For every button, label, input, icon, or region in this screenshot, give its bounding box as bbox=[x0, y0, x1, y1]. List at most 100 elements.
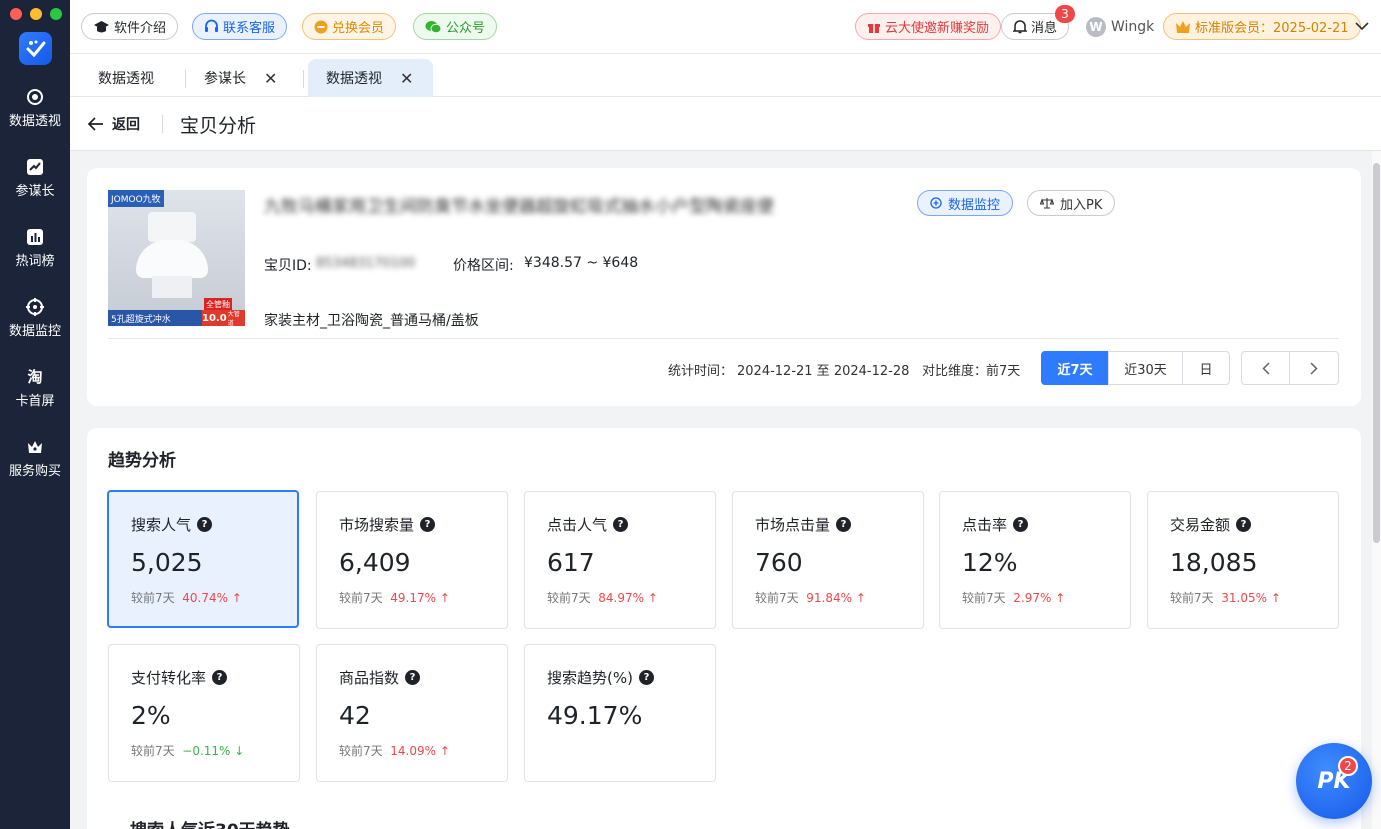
help-icon[interactable]: ? bbox=[212, 670, 228, 685]
trend-chart-icon bbox=[27, 159, 43, 175]
help-icon[interactable]: ? bbox=[836, 517, 852, 532]
help-icon[interactable]: ? bbox=[197, 517, 213, 532]
chart-section-title: 搜索人气近30天趋势 bbox=[130, 816, 290, 829]
stats-time-label: 统计时间： bbox=[668, 364, 734, 379]
metric-title: 交易金额? bbox=[1170, 514, 1252, 535]
tab-chief-of-staff[interactable]: 参谋长 ✕ bbox=[186, 59, 295, 97]
app-logo-icon bbox=[19, 32, 52, 65]
metric-card-search-popularity[interactable]: 搜索人气? 5,025 较前7天 40.74% ↑ bbox=[107, 490, 299, 628]
graduation-cap-icon bbox=[94, 20, 109, 32]
tab-divider bbox=[303, 70, 304, 88]
zoom-window-button[interactable] bbox=[50, 8, 62, 20]
sidebar-item-hot-words[interactable]: 热词榜 bbox=[0, 228, 70, 269]
product-image-brand: JOMOO九牧 bbox=[108, 190, 164, 207]
product-title[interactable]: 九牧马桶家用卫生间防臭节水坐便器超旋虹吸式抽水小户型陶瓷座便 bbox=[264, 192, 774, 217]
change-value: 40.74% bbox=[182, 591, 229, 605]
close-window-button[interactable] bbox=[10, 8, 22, 20]
product-image-caption: 5孔超旋式冲水 bbox=[108, 310, 202, 326]
bell-icon bbox=[1013, 20, 1027, 34]
sidebar-item-data-perspective[interactable]: 数据透视 bbox=[0, 88, 70, 129]
metric-title: 搜索人气? bbox=[131, 514, 213, 535]
invite-reward-button[interactable]: 云大使邀新赚奖励 bbox=[855, 13, 1002, 40]
metric-card-product-index[interactable]: 商品指数? 42 较前7天 14.09% ↑ bbox=[316, 644, 508, 782]
username[interactable]: Wingk bbox=[1111, 19, 1154, 35]
metric-label: 支付转化率 bbox=[131, 669, 207, 687]
price-range-label: 价格区间: bbox=[453, 258, 514, 274]
tab-data-perspective-active[interactable]: 数据透视 ✕ bbox=[308, 59, 433, 97]
arrow-down-icon: ↓ bbox=[234, 744, 245, 758]
tab-data-perspective[interactable]: 数据透视 bbox=[80, 59, 172, 97]
trend-analysis-title: 趋势分析 bbox=[108, 451, 176, 471]
metric-change: 较前7天 91.84% ↑ bbox=[755, 589, 866, 606]
help-icon[interactable]: ? bbox=[1013, 517, 1029, 532]
contact-service-label: 联系客服 bbox=[223, 21, 276, 36]
chevron-down-icon[interactable] bbox=[1355, 21, 1369, 31]
range-30-days-button[interactable]: 近30天 bbox=[1108, 351, 1183, 385]
contact-service-button[interactable]: 联系客服 bbox=[192, 13, 288, 40]
metric-card-search-trend[interactable]: 搜索趋势(%)? 49.17% bbox=[524, 644, 716, 782]
metric-title: 点击率? bbox=[962, 514, 1029, 535]
data-monitor-label: 数据监控 bbox=[948, 197, 1001, 213]
messages-label: 消息 bbox=[1031, 21, 1058, 36]
metric-value: 2% bbox=[131, 701, 171, 730]
redeem-membership-button[interactable]: 兑换会员 bbox=[302, 13, 397, 40]
avatar[interactable]: W bbox=[1086, 17, 1106, 37]
tab-label: 数据透视 bbox=[326, 71, 382, 87]
sidebar-item-chief-of-staff[interactable]: 参谋长 bbox=[0, 158, 70, 199]
back-button[interactable]: 返回 bbox=[88, 114, 140, 134]
metric-card-market-clicks[interactable]: 市场点击量? 760 较前7天 91.84% ↑ bbox=[732, 491, 924, 629]
sidebar-item-label: 数据监控 bbox=[8, 324, 61, 339]
crown-icon bbox=[28, 441, 42, 453]
range-7-days-button[interactable]: 近7天 bbox=[1041, 351, 1109, 385]
metric-card-click-rate[interactable]: 点击率? 12% 较前7天 2.97% ↑ bbox=[939, 491, 1131, 629]
metric-card-payment-conversion[interactable]: 支付转化率? 2% 较前7天 −0.11% ↓ bbox=[108, 644, 300, 782]
toilet-tank bbox=[148, 212, 196, 242]
arrow-up-icon: ↑ bbox=[439, 744, 450, 758]
minimize-window-button[interactable] bbox=[30, 8, 42, 20]
wechat-icon bbox=[425, 20, 442, 33]
sidebar-item-label: 热词榜 bbox=[15, 254, 55, 269]
compare-label: 较前7天 bbox=[131, 744, 175, 758]
metric-label: 市场点击量 bbox=[755, 516, 831, 534]
metric-value: 617 bbox=[547, 548, 595, 577]
metric-card-click-popularity[interactable]: 点击人气? 617 较前7天 84.97% ↑ bbox=[524, 491, 716, 629]
sidebar-item-data-monitor[interactable]: 数据监控 bbox=[0, 298, 70, 339]
next-period-button[interactable] bbox=[1289, 351, 1339, 385]
badge-unit: 大管道 bbox=[227, 311, 240, 326]
stats-time-range: 2024-12-21 至 2024-12-28 bbox=[737, 364, 910, 379]
metric-change: 较前7天 −0.11% ↓ bbox=[131, 742, 244, 759]
help-icon[interactable]: ? bbox=[638, 670, 654, 685]
product-id-label: 宝贝ID: bbox=[264, 258, 312, 274]
top-bar: 软件介绍 联系客服 兑换会员 公众号 云大使邀新赚奖励 消息 3 W Wingk… bbox=[70, 0, 1381, 54]
product-image[interactable]: JOMOO九牧 5孔超旋式冲水 全管釉 10.0 大管道 bbox=[108, 190, 245, 326]
scrollbar-thumb[interactable] bbox=[1373, 163, 1380, 543]
metric-label: 点击人气 bbox=[547, 516, 608, 534]
close-icon[interactable]: ✕ bbox=[400, 69, 413, 88]
metric-card-market-search-volume[interactable]: 市场搜索量? 6,409 较前7天 49.17% ↑ bbox=[316, 491, 508, 629]
data-monitor-button[interactable]: 数据监控 bbox=[917, 190, 1014, 216]
range-day-button[interactable]: 日 bbox=[1182, 351, 1230, 385]
page-scrollbar[interactable] bbox=[1372, 151, 1381, 829]
help-icon[interactable]: ? bbox=[1236, 517, 1252, 532]
product-category: 家装主材_卫浴陶瓷_普通马桶/盖板 bbox=[264, 313, 479, 329]
metric-card-transaction-amount[interactable]: 交易金额? 18,085 较前7天 31.05% ↑ bbox=[1147, 491, 1339, 629]
wechat-account-label: 公众号 bbox=[446, 21, 486, 36]
product-id-value: 853483170100 bbox=[316, 256, 416, 271]
software-intro-button[interactable]: 软件介绍 bbox=[81, 13, 179, 40]
help-icon[interactable]: ? bbox=[613, 517, 629, 532]
metric-value: 49.17% bbox=[547, 701, 643, 730]
software-intro-label: 软件介绍 bbox=[114, 21, 167, 36]
sidebar-item-first-screen[interactable]: 淘 卡首屏 bbox=[0, 368, 70, 409]
wechat-account-button[interactable]: 公众号 bbox=[413, 13, 498, 40]
sidebar: 数据透视 参谋长 热词榜 数据监控 淘 卡首屏 服务购买 bbox=[0, 0, 70, 829]
pk-floating-button[interactable]: PK 2 bbox=[1296, 743, 1372, 819]
close-icon[interactable]: ✕ bbox=[264, 69, 277, 88]
help-icon[interactable]: ? bbox=[420, 517, 436, 532]
membership-badge[interactable]: 标准版会员：2025-02-21 bbox=[1163, 13, 1361, 40]
sidebar-item-purchase[interactable]: 服务购买 bbox=[0, 438, 70, 479]
prev-period-button[interactable] bbox=[1241, 351, 1290, 385]
metric-value: 5,025 bbox=[131, 548, 203, 577]
metric-title: 市场点击量? bbox=[755, 514, 852, 535]
add-pk-button[interactable]: 加入PK bbox=[1027, 190, 1116, 216]
help-icon[interactable]: ? bbox=[405, 670, 421, 685]
